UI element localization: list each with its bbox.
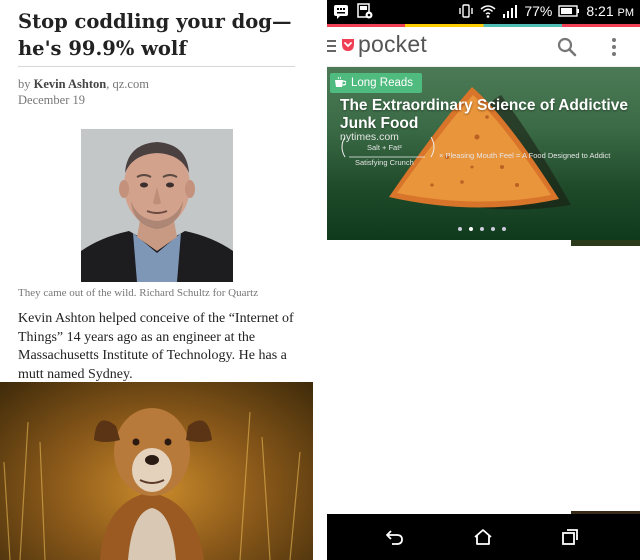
clock-ampm: PM xyxy=(617,7,635,19)
diagram-label-2: Satisfying Crunch xyxy=(355,158,414,167)
pane-divider xyxy=(313,0,327,560)
status-bar: 77% 8:21 PM xyxy=(327,0,640,24)
app-brand: pocket xyxy=(358,31,427,57)
byline-source[interactable]: , qz.com xyxy=(106,77,149,91)
carousel-dot[interactable] xyxy=(469,227,473,231)
pocket-logo-icon xyxy=(341,38,355,52)
image-caption: They came out of the wild. Richard Schul… xyxy=(18,287,259,299)
article-body: Kevin Ashton helped conceive of the “Int… xyxy=(18,311,294,382)
notification-icon xyxy=(333,3,349,19)
carousel-indicator[interactable] xyxy=(458,227,506,231)
byline-prefix: by xyxy=(18,77,34,91)
coffee-cup-icon xyxy=(334,76,347,91)
overflow-menu-icon[interactable] xyxy=(609,36,619,58)
settings-app-icon xyxy=(357,3,373,19)
carousel-dot[interactable] xyxy=(502,227,506,231)
author-name[interactable]: Kevin Ashton xyxy=(34,77,107,91)
carousel-dot[interactable] xyxy=(491,227,495,231)
author-portrait-image xyxy=(81,129,233,282)
home-icon[interactable] xyxy=(473,527,493,547)
article-headline: Stop coddling your dog—he's 99.9% wolf xyxy=(18,10,292,60)
featured-source: nytimes.com xyxy=(340,131,399,143)
content-area xyxy=(327,246,640,514)
tag-label: Long Reads xyxy=(351,77,414,89)
article-date: December 19 xyxy=(18,93,85,107)
dog-photo-image xyxy=(0,382,313,560)
article-byline: by Kevin Ashton, qz.com xyxy=(18,77,149,92)
diagram-label-3: × Pleasing Mouth Feel = A Food Designed … xyxy=(439,151,611,160)
carousel-dot[interactable] xyxy=(480,227,484,231)
vibrate-icon xyxy=(458,3,474,19)
pocket-app-pane: 77% 8:21 PM pocket Long Reads The Extrao… xyxy=(327,0,640,560)
battery-percent: 77% xyxy=(524,3,553,19)
diagram-label-1: Salt + Fat² xyxy=(367,143,402,152)
carousel-dot[interactable] xyxy=(458,227,462,231)
wifi-icon xyxy=(480,3,496,19)
search-icon[interactable] xyxy=(556,36,578,58)
menu-icon[interactable] xyxy=(327,39,337,53)
long-reads-tag[interactable]: Long Reads xyxy=(330,73,423,93)
clock-time: 8:21 xyxy=(586,3,614,19)
divider-rule xyxy=(18,66,295,67)
article-pane: Stop coddling your dog—he's 99.9% wolf b… xyxy=(0,0,313,560)
featured-title: The Extraordinary Science of Addictive J… xyxy=(340,97,628,132)
system-nav-bar xyxy=(327,514,640,560)
battery-icon xyxy=(558,3,580,19)
signal-icon xyxy=(502,3,518,19)
back-icon[interactable] xyxy=(385,527,405,547)
app-bar: pocket xyxy=(327,27,640,67)
recent-apps-icon[interactable] xyxy=(560,527,580,547)
featured-article-card[interactable]: Long Reads The Extraordinary Science of … xyxy=(327,67,640,240)
